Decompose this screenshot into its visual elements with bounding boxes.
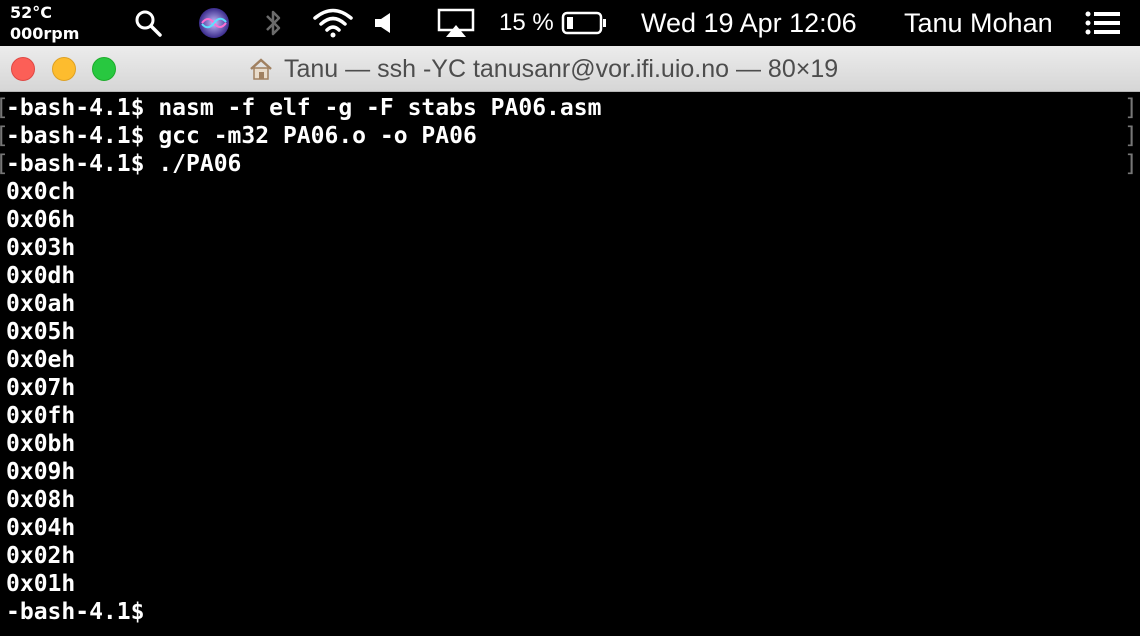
siri-icon[interactable] bbox=[197, 0, 231, 46]
terminal-command-line: -bash-4.1$ ./PA06 bbox=[6, 151, 242, 177]
user-name[interactable]: Tanu Mohan bbox=[904, 0, 1053, 46]
terminal-prompt-line[interactable]: -bash-4.1$ bbox=[6, 598, 144, 626]
terminal-output-line: 0x0eh bbox=[6, 347, 76, 373]
notification-center-icon[interactable] bbox=[1084, 0, 1122, 46]
terminal-output-line: 0x03h bbox=[6, 235, 76, 261]
terminal-output-line: 0x07h bbox=[6, 375, 76, 401]
terminal-output-line: 0x0dh bbox=[6, 263, 76, 289]
terminal-output-line: 0x01h bbox=[6, 571, 76, 597]
line-mark-right: ] bbox=[1124, 123, 1138, 149]
window-title-text: Tanu — ssh -YC tanusanr@vor.ifi.uio.no —… bbox=[284, 54, 839, 83]
line-mark-right: ] bbox=[1124, 95, 1138, 121]
temperature-readout: 52°C bbox=[10, 3, 53, 22]
terminal-content[interactable]: [ ] -bash-4.1$ nasm -f elf -g -F stabs P… bbox=[0, 92, 1140, 636]
terminal-output-line: 0x0bh bbox=[6, 431, 76, 457]
close-button[interactable] bbox=[11, 57, 35, 81]
bluetooth-icon[interactable] bbox=[260, 0, 286, 46]
terminal-output-line: 0x0fh bbox=[6, 403, 76, 429]
temperature-monitor[interactable]: 52°C 000rpm bbox=[10, 0, 79, 46]
terminal-output-line: 0x09h bbox=[6, 459, 76, 485]
terminal-output-line: 0x02h bbox=[6, 543, 76, 569]
search-icon[interactable] bbox=[132, 0, 164, 46]
terminal-output-line: 0x05h bbox=[6, 319, 76, 345]
volume-icon[interactable] bbox=[372, 0, 394, 46]
menu-bar: 52°C 000rpm 15 % Wed 19 Apr 12:06 Tanu M… bbox=[0, 0, 1140, 46]
terminal-command-line: -bash-4.1$ gcc -m32 PA06.o -o PA06 bbox=[6, 123, 477, 149]
terminal-command-line: -bash-4.1$ nasm -f elf -g -F stabs PA06.… bbox=[6, 95, 602, 121]
terminal-output-line: 0x0ah bbox=[6, 291, 76, 317]
home-folder-icon bbox=[248, 56, 274, 82]
window-title: Tanu — ssh -YC tanusanr@vor.ifi.uio.no —… bbox=[248, 46, 838, 92]
terminal-output-line: 0x0ch bbox=[6, 179, 76, 205]
terminal-output-line: 0x04h bbox=[6, 515, 76, 541]
terminal-output-line: 0x06h bbox=[6, 207, 76, 233]
line-mark-right: ] bbox=[1124, 151, 1138, 177]
battery-icon[interactable] bbox=[560, 0, 608, 46]
terminal-prompt: -bash-4.1$ bbox=[6, 599, 145, 625]
wifi-icon[interactable] bbox=[311, 0, 355, 46]
terminal-output-line: 0x08h bbox=[6, 487, 76, 513]
fan-speed-readout: 000rpm bbox=[10, 24, 80, 43]
window-title-bar[interactable]: Tanu — ssh -YC tanusanr@vor.ifi.uio.no —… bbox=[0, 46, 1140, 92]
clock[interactable]: Wed 19 Apr 12:06 bbox=[641, 0, 857, 46]
minimize-button[interactable] bbox=[52, 57, 76, 81]
zoom-button[interactable] bbox=[92, 57, 116, 81]
battery-percentage[interactable]: 15 % bbox=[499, 0, 554, 46]
airplay-icon[interactable] bbox=[437, 0, 475, 46]
